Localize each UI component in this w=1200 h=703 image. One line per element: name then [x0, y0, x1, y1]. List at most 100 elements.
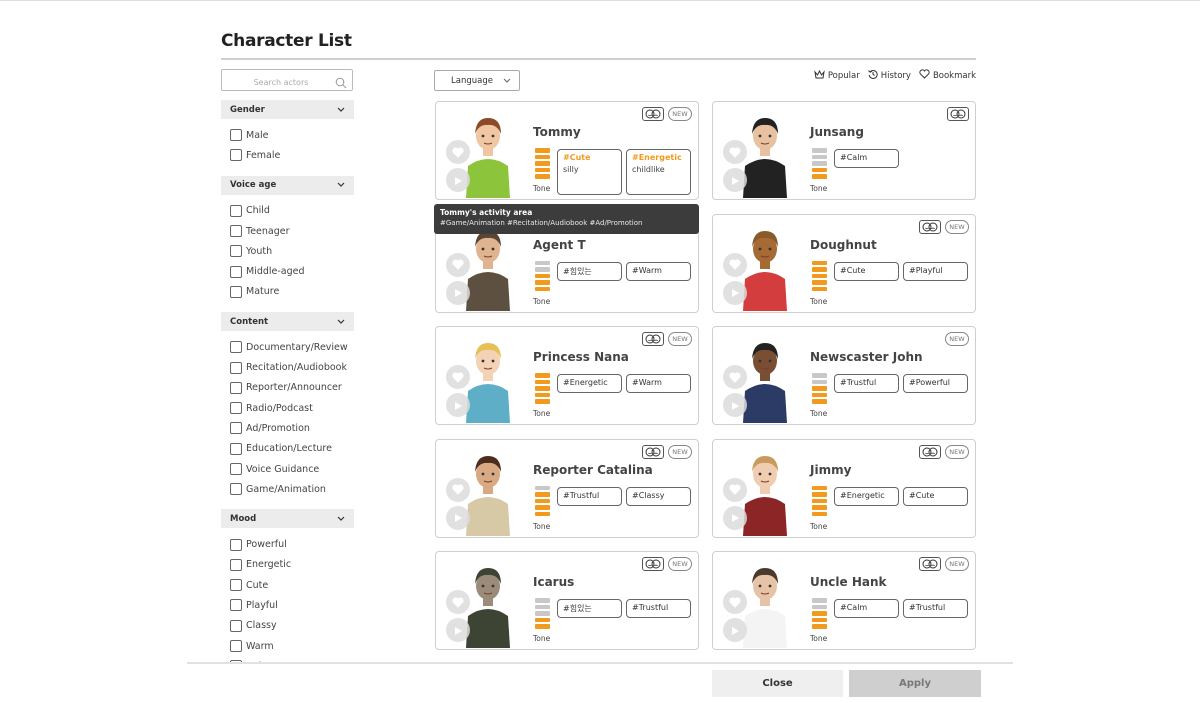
- apply-button[interactable]: Apply: [849, 670, 981, 697]
- play-sample-button[interactable]: [723, 618, 747, 642]
- mood-tag[interactable]: #Calm: [834, 149, 899, 168]
- checkbox[interactable]: [230, 579, 242, 592]
- bookmark-toggle[interactable]: [446, 477, 470, 502]
- filter-header-voice-age[interactable]: Voice age: [221, 175, 354, 195]
- checkbox[interactable]: [230, 640, 242, 653]
- play-sample-button[interactable]: [723, 393, 747, 417]
- filter-header-content[interactable]: Content: [221, 312, 354, 332]
- mood-tag[interactable]: #Powerful: [903, 374, 968, 393]
- filter-option-cute[interactable]: Cute: [221, 575, 354, 595]
- checkbox[interactable]: [230, 402, 242, 415]
- mood-tag[interactable]: #Trustful: [626, 599, 691, 618]
- mood-tag[interactable]: #힘있는: [557, 261, 622, 281]
- mood-tag[interactable]: #Cute: [834, 261, 899, 281]
- filter-option-male[interactable]: Male: [221, 125, 354, 145]
- mood-tag[interactable]: #Energetic: [557, 374, 622, 393]
- mood-tag[interactable]: #Trustful: [834, 374, 899, 393]
- filter-header-mood[interactable]: Mood: [221, 509, 354, 529]
- character-card-reporter-catalina[interactable]: Reporter Catalina Tone #Trustful #Classy NEW: [435, 438, 699, 538]
- checkbox[interactable]: [230, 204, 242, 217]
- character-card-newscaster-john[interactable]: Newscaster John Tone #Trustful #Powerful NEW: [712, 326, 976, 425]
- filter-option-game-animation[interactable]: Game/Animation: [221, 479, 354, 499]
- mood-tag[interactable]: #Cute silly: [557, 149, 622, 195]
- filter-option-mature[interactable]: Mature: [221, 282, 354, 302]
- mood-tag[interactable]: #Playful: [903, 261, 968, 281]
- mood-tag[interactable]: #Trustful: [903, 599, 968, 618]
- character-card-uncle-hank[interactable]: Uncle Hank Tone #Calm #Trustful NEW: [712, 551, 976, 650]
- play-sample-button[interactable]: [446, 505, 470, 530]
- checkbox[interactable]: [230, 599, 242, 612]
- filter-option-middle-aged[interactable]: Middle-aged: [221, 261, 354, 281]
- filter-option-youth[interactable]: Youth: [221, 241, 354, 261]
- close-button[interactable]: Close: [712, 670, 843, 697]
- filter-option-female[interactable]: Female: [221, 145, 354, 165]
- checkbox[interactable]: [230, 538, 242, 551]
- bookmark-toggle[interactable]: [446, 252, 470, 277]
- bookmark-button[interactable]: Bookmark: [919, 69, 976, 82]
- filter-option-playful[interactable]: Playful: [221, 595, 354, 615]
- search-input[interactable]: [222, 72, 352, 93]
- bookmark-toggle[interactable]: [446, 140, 470, 164]
- play-sample-button[interactable]: [723, 168, 747, 192]
- checkbox[interactable]: [230, 265, 242, 278]
- checkbox[interactable]: [230, 341, 242, 354]
- bookmark-toggle[interactable]: [723, 140, 747, 164]
- filter-header-gender[interactable]: Gender: [221, 100, 354, 119]
- mood-tag[interactable]: #Energetic childlike: [626, 149, 691, 195]
- filter-option-documentary-review[interactable]: Documentary/Review: [221, 337, 354, 357]
- mood-tag[interactable]: #힘있는: [557, 599, 622, 618]
- filter-option-recitation-audiobook[interactable]: Recitation/Audiobook: [221, 357, 354, 377]
- checkbox[interactable]: [230, 422, 242, 435]
- checkbox[interactable]: [230, 285, 242, 298]
- checkbox[interactable]: [230, 442, 242, 455]
- character-card-doughnut[interactable]: Doughnut Tone #Cute #Playful NEW: [712, 213, 976, 313]
- play-sample-button[interactable]: [446, 393, 470, 417]
- bookmark-toggle[interactable]: [723, 365, 747, 389]
- filter-option-classy[interactable]: Classy: [221, 616, 354, 636]
- mood-tag[interactable]: #Warm: [626, 261, 691, 281]
- checkbox[interactable]: [230, 361, 242, 374]
- history-button[interactable]: History: [867, 69, 911, 82]
- character-card-icarus[interactable]: Icarus Tone #힘있는 #Trustful NEW: [435, 551, 699, 650]
- bookmark-toggle[interactable]: [446, 590, 470, 614]
- checkbox[interactable]: [230, 558, 242, 571]
- popular-button[interactable]: Popular: [814, 69, 860, 82]
- character-card-tommy[interactable]: Tommy Tone #Cute silly #Energetic childlike NE…: [435, 101, 699, 200]
- play-sample-button[interactable]: [446, 168, 470, 192]
- play-sample-button[interactable]: [723, 505, 747, 530]
- mood-tag[interactable]: #Warm: [626, 374, 691, 393]
- bookmark-toggle[interactable]: [723, 590, 747, 614]
- filter-option-ad-promotion[interactable]: Ad/Promotion: [221, 418, 354, 438]
- mood-tag[interactable]: #Cute: [903, 486, 968, 506]
- checkbox[interactable]: [230, 149, 242, 162]
- checkbox[interactable]: [230, 129, 242, 142]
- play-sample-button[interactable]: [446, 280, 470, 305]
- filter-option-education-lecture[interactable]: Education/Lecture: [221, 439, 354, 459]
- filter-option-radio-podcast[interactable]: Radio/Podcast: [221, 398, 354, 418]
- checkbox[interactable]: [230, 225, 242, 238]
- mood-tag[interactable]: #Energetic: [834, 486, 899, 506]
- character-card-princess-nana[interactable]: Princess Nana Tone #Energetic #Warm NEW: [435, 326, 699, 425]
- play-sample-button[interactable]: [723, 280, 747, 305]
- filter-option-reporter-announcer[interactable]: Reporter/Announcer: [221, 378, 354, 398]
- checkbox[interactable]: [230, 619, 242, 632]
- mood-tag[interactable]: #Classy: [626, 486, 691, 506]
- checkbox[interactable]: [230, 483, 242, 496]
- bookmark-toggle[interactable]: [723, 477, 747, 502]
- character-card-jimmy[interactable]: Jimmy Tone #Energetic #Cute NEW: [712, 438, 976, 538]
- filter-option-warm[interactable]: Warm: [221, 636, 354, 656]
- checkbox[interactable]: [230, 381, 242, 394]
- bookmark-toggle[interactable]: [723, 252, 747, 277]
- mood-tag[interactable]: #Trustful: [557, 486, 622, 506]
- checkbox[interactable]: [230, 463, 242, 475]
- character-card-junsang[interactable]: Junsang Tone #Calm: [712, 101, 976, 200]
- checkbox[interactable]: [230, 245, 242, 258]
- filter-option-child[interactable]: Child: [221, 201, 354, 221]
- filter-option-teenager[interactable]: Teenager: [221, 221, 354, 241]
- play-sample-button[interactable]: [446, 618, 470, 642]
- filter-option-powerful[interactable]: Powerful: [221, 534, 354, 554]
- language-select[interactable]: Language: [434, 70, 520, 91]
- mood-tag[interactable]: #Calm: [834, 599, 899, 618]
- filter-option-voice-guidance[interactable]: Voice Guidance: [221, 459, 354, 479]
- search-icon[interactable]: [335, 74, 347, 93]
